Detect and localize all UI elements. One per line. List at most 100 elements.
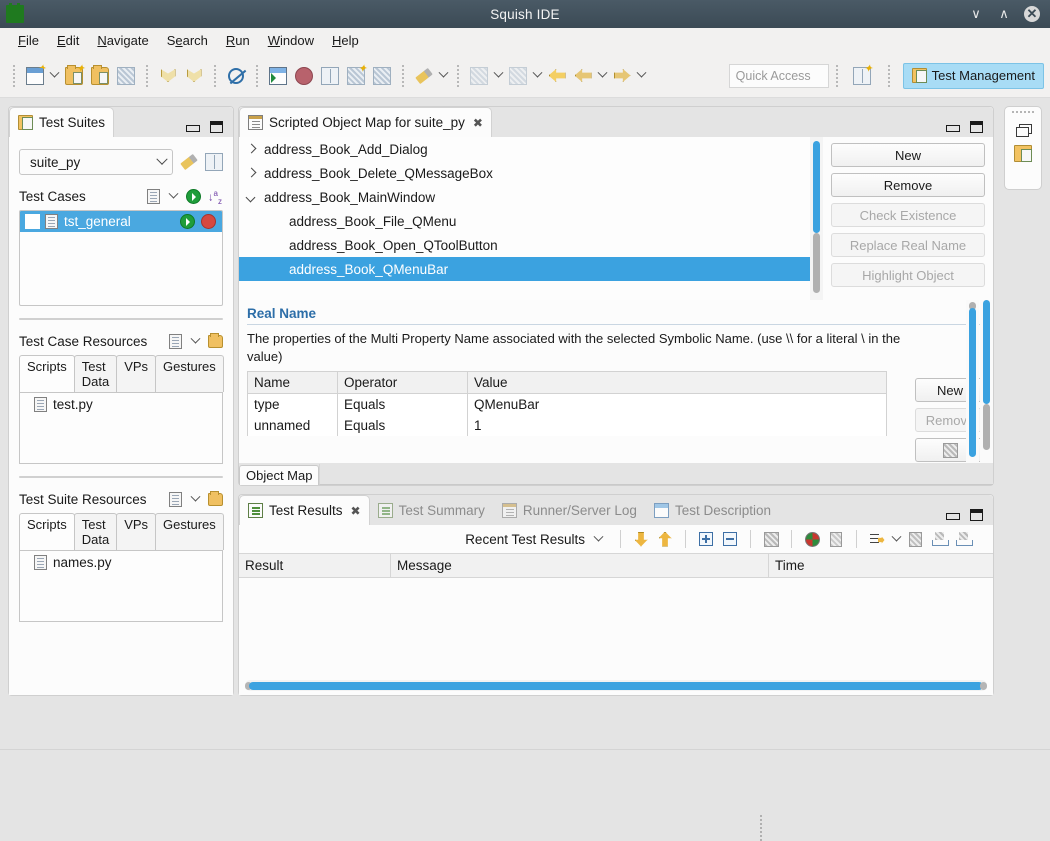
maximize-icon[interactable]: [970, 509, 983, 521]
chevron-right-icon[interactable]: [245, 143, 257, 155]
checkbox-unchecked-icon[interactable]: [26, 215, 39, 228]
quick-access-input[interactable]: Quick Access: [729, 64, 829, 88]
remove-button[interactable]: Remove: [831, 173, 985, 197]
pencil-marker-icon[interactable]: [411, 63, 437, 89]
back-arrow-icon[interactable]: [570, 63, 596, 89]
column-header-operator[interactable]: Operator: [338, 372, 468, 393]
back-history-icon[interactable]: ✦: [544, 63, 570, 89]
record-chevron-right-icon[interactable]: [181, 63, 207, 89]
tree-item[interactable]: address_Book_QMenuBar: [239, 257, 810, 281]
object-map-tree-scrollbar[interactable]: [810, 137, 823, 300]
menu-help[interactable]: Help: [324, 30, 367, 51]
sort-az-icon[interactable]: ↓az: [208, 189, 223, 204]
restore-icon[interactable]: [1016, 124, 1030, 136]
export-results-icon[interactable]: [927, 528, 951, 550]
tab-scripts[interactable]: Scripts: [19, 355, 75, 392]
record-chevron-left-icon[interactable]: [155, 63, 181, 89]
new-verification-point-icon[interactable]: ✦: [343, 63, 369, 89]
maximize-icon[interactable]: [970, 121, 983, 133]
tab-test-suites[interactable]: Test Suites: [9, 107, 114, 137]
debug-icon[interactable]: [466, 63, 492, 89]
tree-item[interactable]: address_Book_File_QMenu: [239, 209, 810, 233]
tab-scripted-object-map[interactable]: Scripted Object Map for suite_py ✖: [239, 107, 492, 137]
maximize-icon[interactable]: [210, 121, 223, 133]
clear-results-icon[interactable]: [759, 528, 783, 550]
list-item[interactable]: tst_general: [20, 211, 222, 232]
grip-icon[interactable]: [1012, 111, 1034, 115]
results-table-body[interactable]: [239, 615, 993, 673]
object-map-icon[interactable]: [369, 63, 395, 89]
new-document-icon[interactable]: ✦: [22, 63, 48, 89]
new-button[interactable]: New: [831, 143, 985, 167]
list-item[interactable]: test.py: [20, 393, 222, 416]
minimize-icon[interactable]: [946, 122, 958, 132]
menu-search[interactable]: Search: [159, 30, 216, 51]
new-document-caret-icon[interactable]: [48, 63, 61, 89]
menu-navigate[interactable]: Navigate: [89, 30, 156, 51]
import-results-icon[interactable]: [951, 528, 975, 550]
new-file-icon[interactable]: [169, 492, 182, 507]
run-icon[interactable]: [505, 63, 531, 89]
forward-arrow-icon[interactable]: [609, 63, 635, 89]
new-folder-icon[interactable]: [208, 493, 223, 506]
menu-window[interactable]: Window: [260, 30, 322, 51]
debug-caret-icon[interactable]: [492, 63, 505, 89]
tree-item[interactable]: address_Book_Open_QToolButton: [239, 233, 810, 257]
minimize-icon[interactable]: ∨: [968, 6, 984, 22]
test-suite-resources-list[interactable]: names.py: [19, 550, 223, 622]
menu-edit[interactable]: Edit: [49, 30, 87, 51]
scrollbar-thumb[interactable]: [813, 141, 820, 233]
chevron-down-icon[interactable]: [167, 190, 179, 204]
close-icon[interactable]: ✖: [351, 504, 361, 518]
properties-table[interactable]: Name Operator Value type Equals QMenuBar…: [247, 371, 887, 436]
delete-results-icon[interactable]: [824, 528, 848, 550]
tab-scripts[interactable]: Scripts: [19, 513, 75, 550]
tab-gestures[interactable]: Gestures: [155, 513, 224, 550]
run-all-icon[interactable]: [186, 189, 201, 204]
filter-caret-icon[interactable]: [889, 529, 903, 549]
test-case-resources-list[interactable]: test.py: [19, 392, 223, 464]
list-item[interactable]: names.py: [20, 551, 222, 574]
tab-object-map[interactable]: Object Map: [239, 465, 319, 485]
edit-suite-settings-icon[interactable]: [180, 154, 198, 170]
scrollbar-thumb[interactable]: [969, 308, 976, 457]
pencil-marker-caret-icon[interactable]: [437, 63, 450, 89]
stop-icon[interactable]: [291, 63, 317, 89]
tab-test-data[interactable]: Test Data: [74, 355, 117, 392]
expand-all-icon[interactable]: [694, 528, 718, 550]
show-failures-icon[interactable]: [800, 528, 824, 550]
tab-test-data[interactable]: Test Data: [74, 513, 117, 550]
new-test-suite-icon[interactable]: ✦: [61, 63, 87, 89]
column-header-result[interactable]: Result: [239, 554, 391, 577]
copy-results-icon[interactable]: [903, 528, 927, 550]
column-header-name[interactable]: Name: [248, 372, 338, 393]
chevron-down-icon[interactable]: [592, 532, 604, 546]
filter-icon[interactable]: [865, 528, 889, 550]
chevron-down-icon[interactable]: [245, 191, 257, 203]
test-suites-icon[interactable]: [1014, 145, 1032, 162]
editor-scrollbar-outer[interactable]: [980, 300, 993, 463]
test-cases-list[interactable]: tst_general: [19, 210, 223, 306]
minimize-icon[interactable]: [186, 122, 198, 132]
tree-item[interactable]: address_Book_Delete_QMessageBox: [239, 161, 810, 185]
scrollbar-thumb[interactable]: [249, 682, 983, 690]
new-file-icon[interactable]: [169, 334, 182, 349]
menu-run[interactable]: Run: [218, 30, 258, 51]
table-row[interactable]: type Equals QMenuBar: [248, 394, 886, 415]
tab-vps[interactable]: VPs: [116, 355, 156, 392]
collapse-all-icon[interactable]: [718, 528, 742, 550]
new-test-case-icon[interactable]: [113, 63, 139, 89]
column-header-time[interactable]: Time: [769, 554, 993, 577]
tab-vps[interactable]: VPs: [116, 513, 156, 550]
scrollbar-thumb[interactable]: [983, 300, 990, 404]
recent-results-filter[interactable]: Recent Test Results: [465, 532, 612, 547]
menu-file[interactable]: File: [10, 30, 47, 51]
minimize-icon[interactable]: [946, 510, 958, 520]
back-arrow-caret-icon[interactable]: [596, 63, 609, 89]
object-map-tree[interactable]: address_Book_Add_Dialog address_Book_Del…: [239, 137, 810, 300]
suite-columns-icon[interactable]: [205, 153, 223, 171]
forward-arrow-caret-icon[interactable]: [635, 63, 648, 89]
tab-test-summary[interactable]: Test Summary: [369, 495, 494, 525]
open-test-suite-icon[interactable]: [87, 63, 113, 89]
previous-result-icon[interactable]: [653, 528, 677, 550]
